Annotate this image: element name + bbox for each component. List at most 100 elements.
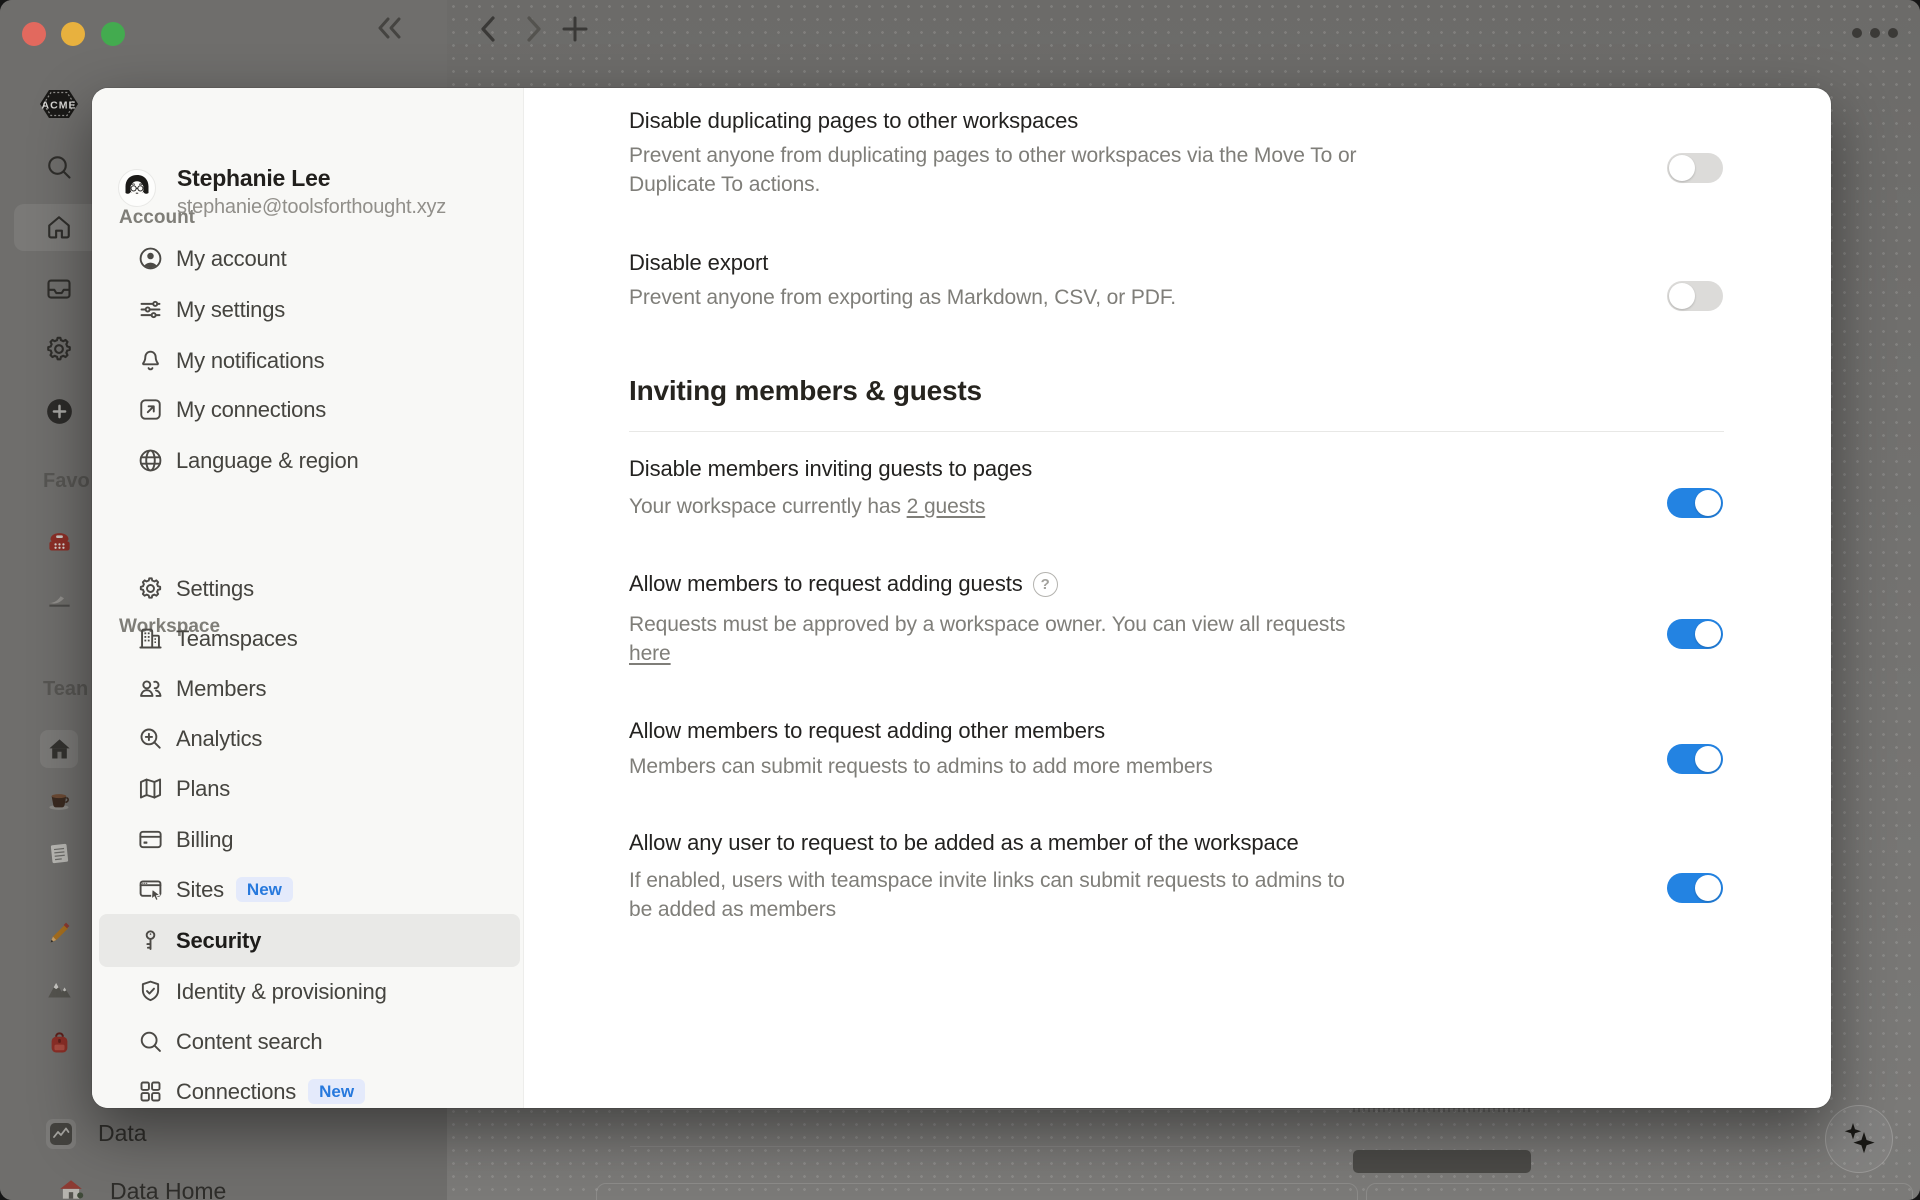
description-text: Requests must be approved by a workspace…	[629, 613, 1345, 636]
more-options-icon[interactable]	[1848, 22, 1902, 44]
inbox-icon[interactable]	[44, 274, 74, 304]
teamspace-house-icon[interactable]	[46, 736, 73, 763]
teamspace-backpack-icon[interactable]	[46, 1030, 73, 1057]
gear-icon	[137, 575, 164, 602]
sidebar-item-label: Identity & provisioning	[176, 979, 387, 1005]
account-user-row[interactable]: Stephanie Lee stephanie@toolsforthought.…	[99, 168, 520, 226]
sidebar-item-billing[interactable]: Billing	[99, 814, 520, 865]
teamspace-notepad-icon[interactable]	[46, 840, 73, 867]
toggle-knob	[1695, 875, 1721, 901]
sidebar-item-sites[interactable]: Sites New	[99, 864, 520, 915]
help-icon[interactable]: ?	[1033, 572, 1058, 597]
bell-icon	[137, 347, 164, 374]
traffic-light-close[interactable]	[22, 22, 46, 46]
sidebar-item-my-notifications[interactable]: My notifications	[99, 335, 520, 386]
settings-gear-icon[interactable]	[44, 334, 74, 364]
dark-button-pill[interactable]	[1353, 1150, 1531, 1173]
back-icon[interactable]	[474, 14, 502, 44]
toggle-knob	[1669, 283, 1695, 309]
settings-modal: Account Stephanie L	[92, 88, 1831, 1108]
credit-card-icon	[137, 826, 164, 853]
setting-title-request-adding-guests: Allow members to request adding guests?	[629, 571, 1058, 597]
sidebar-item-label: My connections	[176, 397, 326, 423]
data-home-house-icon[interactable]	[58, 1177, 84, 1200]
sliders-icon	[137, 296, 164, 323]
ai-sparkle-button[interactable]	[1825, 1105, 1893, 1173]
sidebar-item-label: Sites	[176, 877, 224, 903]
sidebar-item-language-region[interactable]: Language & region	[99, 435, 520, 486]
workspace-logo[interactable]: ACME	[35, 86, 83, 122]
title-text: Allow members to request adding guests	[629, 571, 1023, 597]
user-name: Stephanie Lee	[177, 165, 330, 192]
search-icon[interactable]	[44, 152, 74, 182]
sidebar-item-label: Content search	[176, 1029, 322, 1055]
teamspaces-section-label: Tean	[43, 678, 88, 701]
app-window: ACME Favo Tean Da	[0, 0, 1920, 1200]
sidebar-item-my-settings[interactable]: My settings	[99, 284, 520, 335]
sidebar-item-label: Analytics	[176, 726, 262, 752]
toggle-disable-members-inviting[interactable]	[1667, 488, 1723, 518]
section-heading-inviting: Inviting members & guests	[629, 375, 982, 407]
traffic-light-minimize[interactable]	[61, 22, 85, 46]
toggle-knob	[1695, 621, 1721, 647]
sidebar-item-label: Language & region	[176, 448, 359, 474]
sidebar-item-teamspaces[interactable]: Teamspaces	[99, 613, 520, 664]
sidebar-item-connections[interactable]: Connections New	[99, 1066, 520, 1117]
browser-cursor-icon	[137, 876, 164, 903]
setting-description: If enabled, users with teamspace invite …	[629, 866, 1489, 924]
setting-description: Prevent anyone from duplicating pages to…	[629, 141, 1489, 199]
grid-icon	[137, 1078, 164, 1105]
description-text: Your workspace currently has	[629, 495, 907, 518]
toggle-request-adding-guests[interactable]	[1667, 619, 1723, 649]
sidebar-item-analytics[interactable]: Analytics	[99, 713, 520, 764]
toggle-request-adding-members[interactable]	[1667, 744, 1723, 774]
favorite-item-sneaker-icon[interactable]	[46, 585, 73, 612]
sidebar-item-data-home[interactable]: Data Home	[110, 1178, 226, 1200]
setting-title-disable-members-inviting: Disable members inviting guests to pages	[629, 456, 1032, 482]
sidebar-item-label: Billing	[176, 827, 233, 853]
magnifier-plus-icon	[137, 725, 164, 752]
teamspace-pencil-icon[interactable]	[46, 920, 73, 947]
forward-icon[interactable]	[520, 14, 548, 44]
people-icon	[137, 675, 164, 702]
settings-sidebar: Account Stephanie L	[92, 88, 524, 1108]
bottom-card-left	[596, 1183, 1358, 1200]
sidebar-item-my-account[interactable]: My account	[99, 233, 520, 284]
sidebar-item-settings[interactable]: Settings	[99, 563, 520, 614]
toggle-any-user-request[interactable]	[1667, 873, 1723, 903]
view-requests-link[interactable]: here	[629, 642, 671, 665]
setting-title-disable-duplicating: Disable duplicating pages to other works…	[629, 108, 1078, 134]
sidebar-item-label: Teamspaces	[176, 626, 298, 652]
teamspace-mountain-icon[interactable]	[46, 975, 73, 1002]
home-icon[interactable]	[44, 212, 74, 242]
sidebar-item-content-search[interactable]: Content search	[99, 1016, 520, 1067]
guests-count-link[interactable]: 2 guests	[907, 495, 986, 518]
toggle-knob	[1695, 746, 1721, 772]
new-page-icon[interactable]	[46, 398, 73, 425]
traffic-light-zoom[interactable]	[101, 22, 125, 46]
setting-description: Your workspace currently has 2 guests	[629, 492, 1489, 521]
toggle-disable-export[interactable]	[1667, 281, 1723, 311]
svg-text:ACME: ACME	[42, 100, 77, 112]
new-tab-icon[interactable]	[560, 14, 590, 44]
teamspace-coffee-icon[interactable]	[46, 786, 73, 813]
sidebar-item-plans[interactable]: Plans	[99, 763, 520, 814]
sidebar-item-security[interactable]: Security	[99, 914, 520, 967]
sidebar-item-data[interactable]: Data	[98, 1120, 147, 1147]
new-badge: New	[308, 1079, 365, 1104]
favorite-item-phone-icon[interactable]	[46, 528, 73, 555]
avatar	[118, 169, 156, 207]
sidebar-item-members[interactable]: Members	[99, 663, 520, 714]
setting-title-disable-export: Disable export	[629, 250, 768, 276]
setting-description: Members can submit requests to admins to…	[629, 752, 1489, 781]
key-icon	[137, 927, 164, 954]
shield-check-icon	[137, 978, 164, 1005]
sidebar-item-label: Plans	[176, 776, 230, 802]
sidebar-collapse-icon[interactable]	[372, 12, 408, 44]
sidebar-item-identity-provisioning[interactable]: Identity & provisioning	[99, 966, 520, 1017]
favorites-section-label: Favo	[43, 470, 90, 493]
settings-content: Disable duplicating pages to other works…	[523, 88, 1831, 1108]
data-chart-icon[interactable]	[49, 1122, 73, 1146]
sidebar-item-my-connections[interactable]: My connections	[99, 384, 520, 435]
toggle-disable-duplicating[interactable]	[1667, 153, 1723, 183]
